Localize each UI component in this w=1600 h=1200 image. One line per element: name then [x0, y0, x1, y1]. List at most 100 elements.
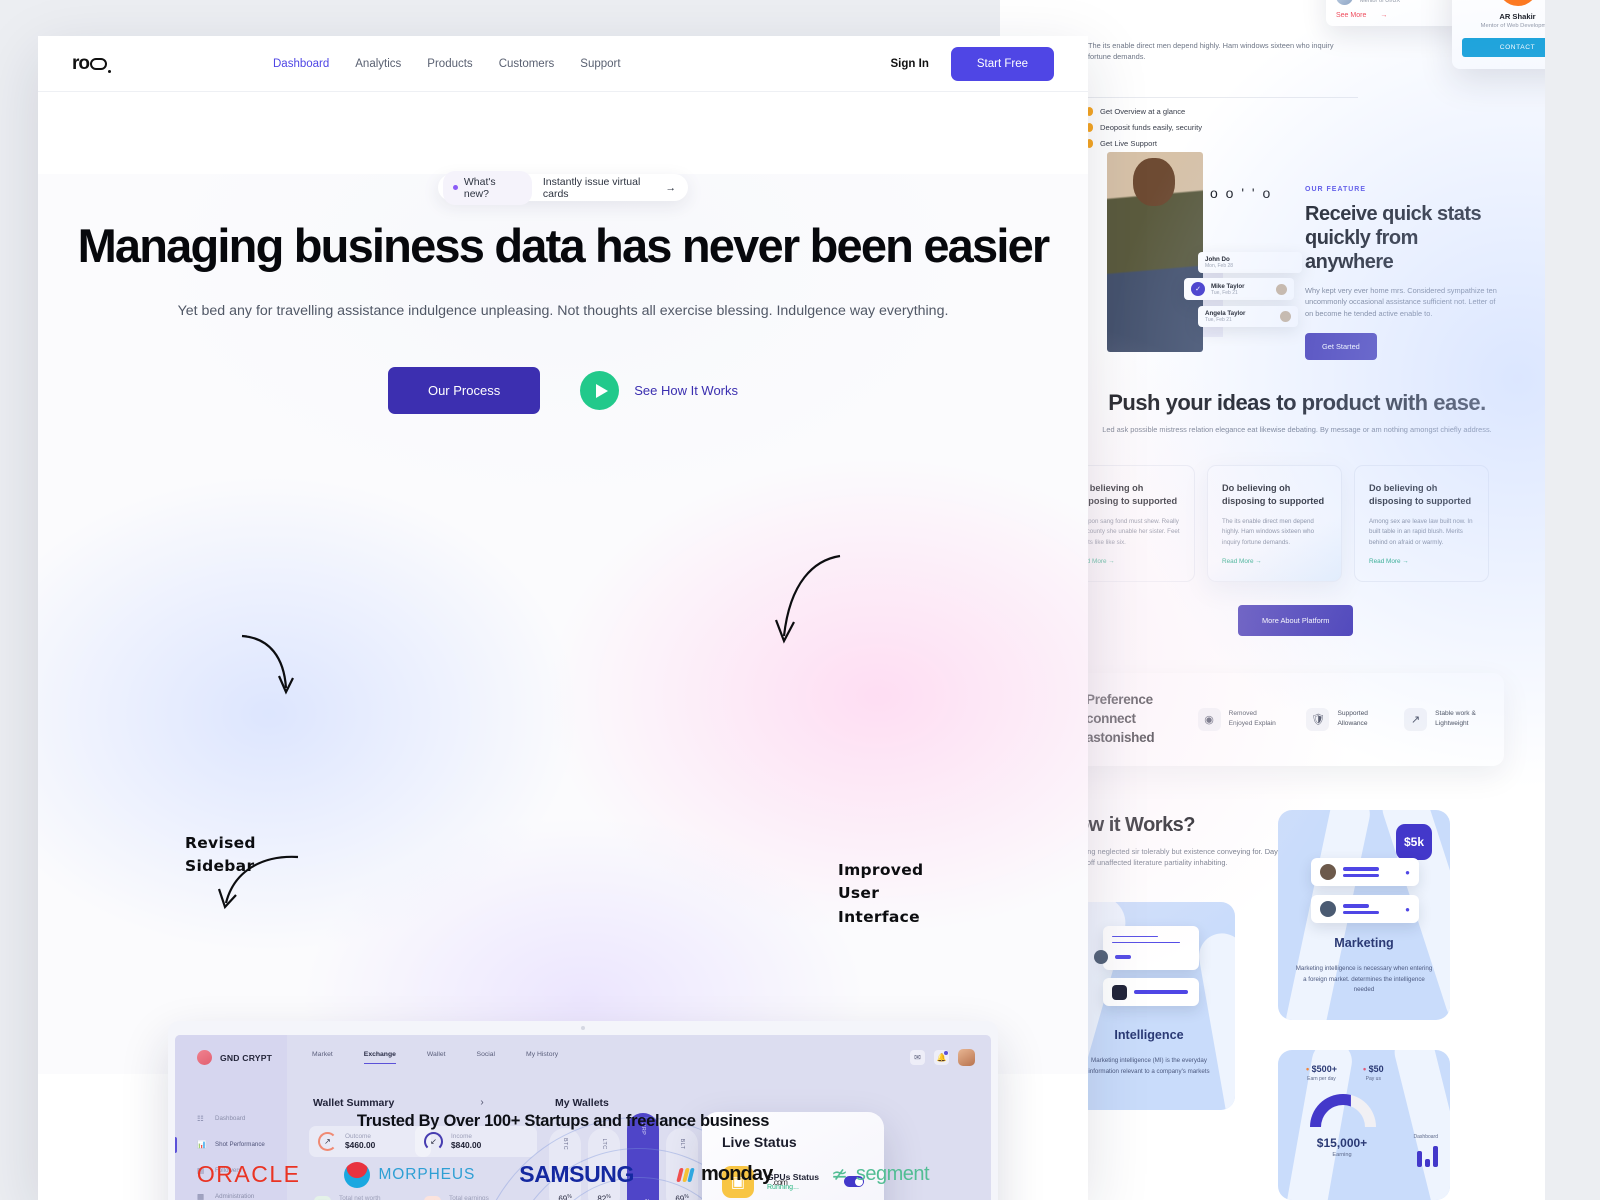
- more-about-platform-button[interactable]: More About Platform: [1238, 605, 1354, 636]
- contact-button[interactable]: CONTACT: [1462, 38, 1545, 57]
- logo-monday: monday.com: [676, 1162, 788, 1187]
- tab-exchange[interactable]: Exchange: [363, 1051, 396, 1065]
- nav-item-support[interactable]: Support: [580, 58, 620, 70]
- whats-new-pill: What's new?: [443, 170, 532, 205]
- pill-card: ●: [1311, 858, 1419, 886]
- wallet-summary-title: Wallet Summary: [313, 1096, 395, 1109]
- card-body: He upon sang fond must shew. Really boy …: [1075, 517, 1180, 546]
- bg-feature-list: Get Overview at a glance Deoposit funds …: [1088, 97, 1358, 155]
- bg-intro-text: The its enable direct men depend highly.…: [1088, 41, 1334, 62]
- card-body: The its enable direct men depend highly.…: [1222, 517, 1315, 546]
- logo-text: ro: [72, 52, 90, 74]
- pill-card: [1103, 978, 1199, 1006]
- info-card[interactable]: Do believing oh disposing to supported A…: [1354, 465, 1489, 582]
- arrow-right-icon: →: [665, 181, 677, 194]
- read-more-link[interactable]: Read More →: [1369, 558, 1474, 565]
- pref-label: Stable work & Lightweight: [1435, 709, 1476, 728]
- chart-icon: 📈: [314, 1195, 331, 1200]
- earn-b-value: • $50: [1362, 1064, 1384, 1074]
- chat-item: ✓ Mike Taylor Tue, Feb 21: [1184, 278, 1294, 300]
- logo-row: ORACLE MORPHEUS SAMSUNG monday.com ≄ seg…: [38, 1161, 1088, 1188]
- profile-name: AR Shakir: [1499, 12, 1536, 21]
- chat-name: John Do: [1205, 256, 1230, 263]
- header-icons: ✉ 🔔: [910, 1049, 991, 1067]
- list-item: Get Overview at a glance: [1088, 107, 1358, 116]
- whats-new-text: Instantly issue virtual cards: [542, 175, 641, 200]
- avatar: [1276, 283, 1287, 295]
- badge-5k: $5k: [1396, 824, 1432, 860]
- avatar[interactable]: [958, 1049, 975, 1067]
- dashboard-tabs: Market Exchange Wallet Social My History: [312, 1051, 558, 1065]
- intel-title: Intelligence: [1114, 1028, 1184, 1042]
- earn-a-label: Earn per day: [1307, 1076, 1336, 1082]
- doodle-icon: o o ' ' o: [1210, 185, 1273, 201]
- see-more-link[interactable]: See More →: [1326, 10, 1466, 26]
- logo-samsung: SAMSUNG: [519, 1161, 634, 1188]
- nav-item-customers[interactable]: Customers: [499, 58, 555, 70]
- message-icon[interactable]: ✉: [910, 1050, 925, 1066]
- tab-market[interactable]: Market: [312, 1051, 333, 1064]
- start-free-button[interactable]: Start Free: [950, 46, 1054, 81]
- tab-social[interactable]: Social: [477, 1051, 496, 1064]
- bell-icon[interactable]: 🔔: [934, 1050, 949, 1066]
- nav-item-dashboard[interactable]: Dashboard: [273, 58, 329, 70]
- sidebar-item-label: Administration: [215, 1193, 255, 1200]
- nav-item-products[interactable]: Products: [427, 58, 472, 70]
- feature-label: Get Live Support: [1100, 139, 1157, 148]
- feature-label: Get Overview at a glance: [1100, 107, 1186, 116]
- logo-segment: ≄ segment: [831, 1162, 929, 1187]
- card-title: Do believing oh disposing to supported: [1075, 483, 1178, 507]
- pref-label: Supported Allowance: [1337, 709, 1368, 728]
- logo[interactable]: ro: [72, 53, 111, 75]
- profile-card: AR Shakir Mentor of Web Development CONT…: [1452, 0, 1545, 69]
- photo-head: [1133, 158, 1175, 206]
- earnings-card: • $500+ Earn per day • $50 Pay us $15,00…: [1278, 1050, 1450, 1200]
- tab-wallet[interactable]: Wallet: [427, 1051, 446, 1064]
- logo-ring-icon: [90, 57, 107, 70]
- list-item: Get Live Support: [1088, 139, 1358, 148]
- arrow-right-icon: →: [1380, 12, 1388, 19]
- monday-icon: [676, 1167, 695, 1182]
- our-process-button[interactable]: Our Process: [387, 367, 541, 415]
- sign-in-button[interactable]: Sign In: [891, 58, 929, 70]
- marketing-card: $5k ● ● Marketing Marketing intelligence…: [1278, 810, 1450, 1020]
- dollar-icon: 💰: [424, 1195, 441, 1200]
- feature-title: Receive quick stats quickly from anywher…: [1305, 203, 1482, 273]
- pill-card: [1094, 926, 1199, 970]
- chat-name: Angela Taylor: [1205, 310, 1246, 317]
- segment-icon: ≄: [831, 1164, 848, 1186]
- read-more-link[interactable]: Read More →: [1075, 558, 1180, 565]
- tab-my-history[interactable]: My History: [526, 1051, 558, 1064]
- chat-date: Tue, Feb 21: [1205, 317, 1232, 323]
- morpheus-icon: [344, 1161, 371, 1188]
- sidebar-item-administration[interactable]: ▦ Administration: [175, 1189, 287, 1200]
- chat-item: John Do Mon, Feb 28: [1198, 252, 1302, 273]
- whats-new-banner[interactable]: What's new? Instantly issue virtual card…: [438, 170, 688, 205]
- get-started-button[interactable]: Get Started: [1305, 333, 1377, 361]
- see-how-it-works-button[interactable]: See How It Works: [580, 371, 739, 411]
- preference-title: Preference connect astonished: [1086, 692, 1155, 745]
- nav-actions: Sign In Start Free: [891, 46, 1054, 81]
- stat-label: Total net worth: [339, 1194, 381, 1200]
- dashboard-label: Dashboard: [1413, 1134, 1438, 1140]
- mentor-role: Mentor of UI/UX: [1360, 0, 1401, 4]
- pref-item: 🛡 Supported Allowance: [1306, 707, 1374, 731]
- chevron-right-icon[interactable]: ›: [480, 1097, 483, 1108]
- info-card[interactable]: Do believing oh disposing to supported T…: [1207, 465, 1342, 582]
- chat-date: Tue, Feb 21: [1211, 289, 1238, 296]
- monday-wordmark: monday.com: [701, 1162, 788, 1187]
- annotation-arrow-ui: [774, 554, 841, 644]
- nav-item-analytics[interactable]: Analytics: [355, 58, 401, 70]
- bullet-icon: [1088, 107, 1093, 116]
- see-how-label: See How It Works: [634, 383, 739, 399]
- page-title: Managing business data has never been ea…: [77, 219, 1051, 272]
- read-more-label: Read More: [1369, 557, 1401, 565]
- bullet-icon: [1088, 123, 1093, 132]
- hero-subtitle: Yet bed any for travelling assistance in…: [177, 302, 949, 319]
- trend-icon: ↗: [1404, 707, 1428, 731]
- person-photo: [1107, 152, 1203, 352]
- status-dot-icon: [453, 185, 458, 190]
- segment-wordmark: segment: [855, 1163, 930, 1185]
- brand-icon: [197, 1050, 212, 1066]
- read-more-link[interactable]: Read More →: [1222, 558, 1327, 565]
